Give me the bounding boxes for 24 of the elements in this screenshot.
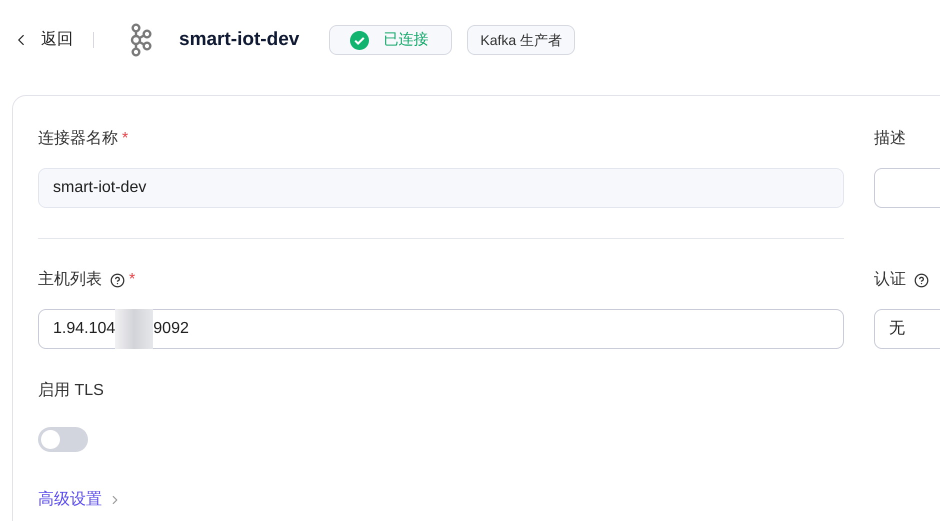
help-icon[interactable]	[914, 272, 929, 288]
field-label: 描述	[874, 128, 906, 149]
toggle-switch[interactable]	[38, 427, 88, 452]
field-value: smart-iot-dev	[53, 178, 146, 198]
field-value: 1.94.104	[53, 319, 116, 339]
check-circle-icon	[350, 30, 370, 50]
field-label: 认证	[874, 270, 906, 290]
field-value: 无	[889, 319, 905, 339]
redaction-block	[115, 309, 154, 349]
field-label: 连接器名称	[38, 128, 118, 149]
field-label: 主机列表	[38, 270, 102, 290]
connector-title: smart-iot-dev	[179, 28, 300, 52]
input-field[interactable]: smart-iot-dev	[38, 168, 844, 208]
field-label: 启用 TLS	[38, 380, 104, 401]
required-mark: *	[122, 129, 128, 149]
help-icon[interactable]	[110, 272, 125, 288]
required-mark: *	[129, 270, 136, 290]
field-value: 9092	[153, 319, 189, 339]
input-field[interactable]: 1.94.104 9092	[38, 309, 844, 349]
status-badge: 已连接	[329, 25, 452, 55]
back-button[interactable]: 返回	[12, 28, 73, 52]
input-field[interactable]: 无	[874, 309, 940, 349]
advanced-settings-link[interactable]: 高级设置	[38, 488, 122, 512]
type-tag: Kafka 生产者	[467, 25, 576, 55]
